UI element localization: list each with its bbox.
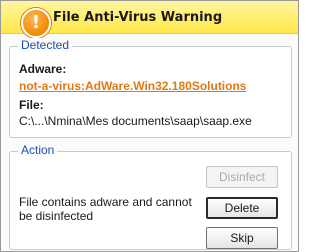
warning-icon: !: [21, 8, 51, 38]
detected-legend: Detected: [18, 38, 73, 52]
action-message: File contains adware and cannot be disin…: [19, 195, 192, 223]
title-bar: ! File Anti-Virus Warning: [1, 1, 298, 38]
anti-virus-warning-window: ! File Anti-Virus Warning Detected Adwar…: [0, 0, 299, 252]
action-group: Action Disinfect File contains adware an…: [9, 143, 292, 250]
window-title: File Anti-Virus Warning: [53, 10, 223, 25]
delete-button[interactable]: Delete: [206, 197, 278, 219]
skip-button[interactable]: Skip: [206, 227, 278, 249]
file-label: File:: [19, 98, 44, 112]
disinfect-button[interactable]: Disinfect: [206, 166, 278, 188]
threat-name-link[interactable]: not-a-virus:AdWare.Win32.180Solutions: [19, 79, 246, 93]
detected-group: Detected Adware: not-a-virus:AdWare.Win3…: [9, 38, 292, 138]
file-path: C:\...\Nmina\Mes documents\saap\saap.exe: [19, 114, 252, 128]
threat-type-label: Adware:: [19, 62, 67, 76]
action-legend: Action: [18, 143, 58, 157]
